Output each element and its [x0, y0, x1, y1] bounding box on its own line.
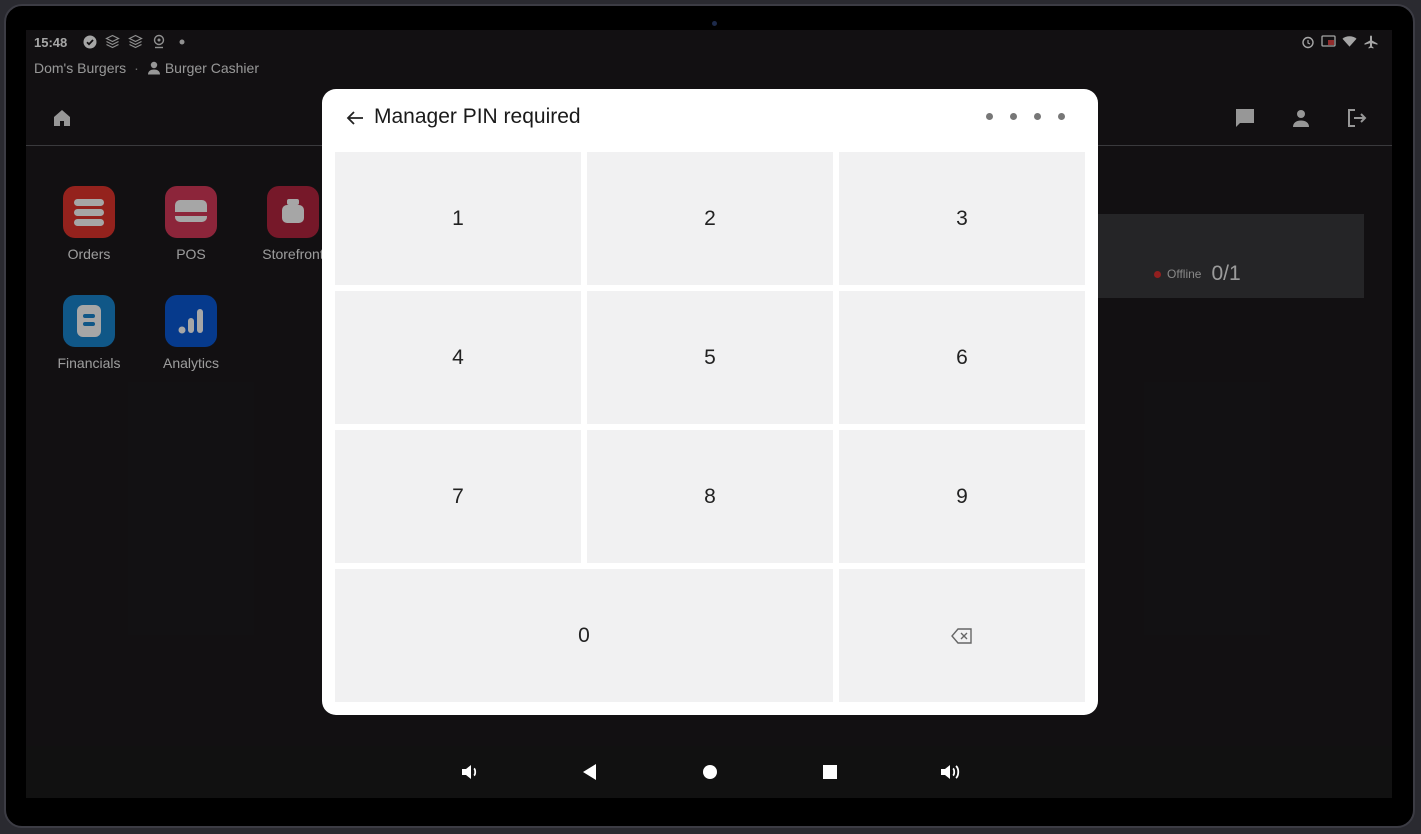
key-6[interactable]: 6 [839, 291, 1085, 424]
backspace-key[interactable] [839, 569, 1085, 702]
pin-dot [1058, 113, 1065, 120]
backspace-icon [951, 627, 973, 644]
pin-dot [1010, 113, 1017, 120]
key-5[interactable]: 5 [587, 291, 833, 424]
key-4[interactable]: 4 [335, 291, 581, 424]
recents-icon[interactable] [818, 760, 842, 784]
key-1[interactable]: 1 [335, 152, 581, 285]
pin-dot [986, 113, 993, 120]
pin-indicator [986, 113, 1065, 120]
back-icon[interactable] [578, 760, 602, 784]
device-screen: 15:48 Dom's Burgers · Burger Cashier Ord… [26, 30, 1392, 798]
key-3[interactable]: 3 [839, 152, 1085, 285]
key-9[interactable]: 9 [839, 430, 1085, 563]
pin-dot [1034, 113, 1041, 120]
back-arrow-icon[interactable] [344, 107, 366, 129]
key-2[interactable]: 2 [587, 152, 833, 285]
key-8[interactable]: 8 [587, 430, 833, 563]
key-7[interactable]: 7 [335, 430, 581, 563]
volume-up-icon[interactable] [938, 760, 962, 784]
key-0[interactable]: 0 [335, 569, 833, 702]
camera-dot [712, 21, 717, 26]
volume-down-icon[interactable] [458, 760, 482, 784]
system-nav-bar [26, 746, 1392, 798]
dialog-title: Manager PIN required [374, 105, 581, 128]
manager-pin-dialog: Manager PIN required 1 2 3 4 5 6 7 8 9 0 [322, 89, 1098, 715]
home-circle-icon[interactable] [698, 760, 722, 784]
